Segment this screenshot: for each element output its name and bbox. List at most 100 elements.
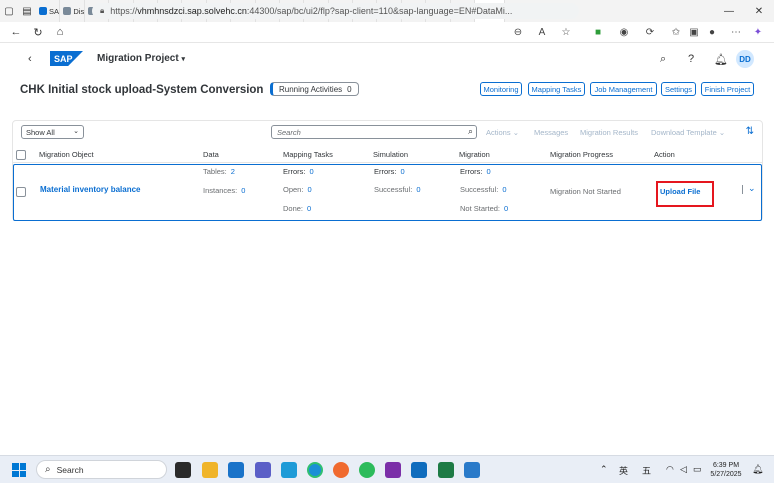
task-view-icon[interactable] <box>175 462 191 478</box>
browser-tab[interactable]: SA <box>36 0 61 22</box>
mapping-errors: Errors: 0 <box>283 167 314 176</box>
teams-icon[interactable] <box>255 462 271 478</box>
row-checkbox[interactable] <box>16 187 26 197</box>
migration-objects-table: Show All ⌄ Search ⌕ Actions ⌄ Messages M… <box>12 120 763 221</box>
settings-sync-icon[interactable]: ⟳ <box>642 24 658 40</box>
messages-button[interactable]: Messages <box>534 128 568 137</box>
taskbar-search-label: Search <box>56 464 84 475</box>
store-icon[interactable] <box>228 462 244 478</box>
refresh-icon[interactable]: ↻ <box>28 22 48 42</box>
read-aloud-icon[interactable]: A <box>534 24 550 40</box>
shell-title[interactable]: Migration Project ▾ <box>97 53 185 64</box>
sap-shell-bar: ‹ SAP Migration Project ▾ ⌕ ? 🔔︎ <box>0 44 774 72</box>
actions-menu[interactable]: Actions ⌄ <box>486 128 519 137</box>
battery-icon[interactable]: ▭ <box>693 464 702 475</box>
mapping-open-link[interactable]: 0 <box>307 185 311 194</box>
running-activities-button[interactable]: Running Activities 0 <box>270 82 359 96</box>
workspaces-icon[interactable]: ▤ <box>18 0 36 22</box>
mapping-done-link[interactable]: 0 <box>307 204 311 213</box>
tray-overflow-icon[interactable]: ⌃ <box>600 464 608 475</box>
settings-button[interactable]: Settings <box>661 82 696 96</box>
job-management-button[interactable]: Job Management <box>590 82 657 96</box>
search-icon[interactable]: ⌕ <box>468 126 473 137</box>
back-icon[interactable]: ← <box>6 22 26 42</box>
col-migration[interactable]: Migration <box>459 150 490 159</box>
clock[interactable]: 6:39 PM 5/27/2025 <box>706 461 746 479</box>
col-mapping-tasks[interactable]: Mapping Tasks <box>283 150 333 159</box>
chevron-down-icon[interactable]: ⌄ <box>748 183 756 194</box>
col-data[interactable]: Data <box>203 150 219 159</box>
help-icon[interactable]: ? <box>688 53 694 65</box>
extension-icon[interactable]: ■ <box>590 24 606 40</box>
url-field[interactable]: 🔒︎ https:// vhmhnsdzci.sap.solvehc.cn :4… <box>92 3 579 19</box>
edge-icon[interactable] <box>307 462 323 478</box>
notifications-icon[interactable]: 🔔︎ <box>714 53 728 66</box>
data-instances-link[interactable]: 0 <box>241 186 245 195</box>
favorites-icon[interactable]: ✩ <box>668 24 684 40</box>
col-simulation[interactable]: Simulation <box>373 150 408 159</box>
migration-errors-link[interactable]: 0 <box>487 167 491 176</box>
search-placeholder: Search <box>277 127 301 137</box>
migration-errors: Errors: 0 <box>460 167 491 176</box>
clock-time: 6:39 PM <box>712 462 740 469</box>
browser-profile-icon[interactable]: ▢ <box>0 0 18 22</box>
onenote-icon[interactable] <box>385 462 401 478</box>
browser-tab[interactable]: Dis <box>60 0 85 22</box>
copilot-icon[interactable]: ✦ <box>750 24 766 40</box>
taskbar-search[interactable]: ⌕ Search <box>36 460 167 479</box>
notification-bell-icon[interactable]: 🔔︎ <box>752 464 763 475</box>
table-row[interactable]: Material inventory balance Tables: 2 Inst… <box>13 164 762 221</box>
sap-logo[interactable]: SAP <box>50 51 83 66</box>
upload-file-button[interactable]: Upload File <box>656 181 714 207</box>
profile-icon[interactable]: ● <box>704 24 720 40</box>
favorite-star-icon[interactable]: ☆ <box>558 24 574 40</box>
extension2-icon[interactable]: ◉ <box>616 24 632 40</box>
select-all-checkbox[interactable] <box>16 150 26 160</box>
excel-icon[interactable] <box>438 462 454 478</box>
wechat-icon[interactable] <box>359 462 375 478</box>
outlook-icon[interactable] <box>411 462 427 478</box>
simulation-successful: Successful: 0 <box>374 185 421 194</box>
app-icon[interactable] <box>281 462 297 478</box>
windows-start-icon[interactable] <box>12 463 26 477</box>
col-migration-progress[interactable]: Migration Progress <box>550 150 613 159</box>
ime-mode[interactable]: 英 <box>619 464 628 477</box>
col-migration-object[interactable]: Migration Object <box>39 150 94 159</box>
sort-icon[interactable]: ⇅ <box>746 126 754 137</box>
simulation-errors-link[interactable]: 0 <box>401 167 405 176</box>
url-host: vhmhnsdzci.sap.solvehc.cn <box>137 6 247 16</box>
search-input[interactable]: Search ⌕ <box>271 125 477 139</box>
migration-successful-link[interactable]: 0 <box>502 185 506 194</box>
collections-icon[interactable]: ▣ <box>686 24 702 40</box>
search-icon[interactable]: ⌕ <box>660 53 666 66</box>
app-orange-icon[interactable] <box>333 462 349 478</box>
search-icon: ⌕ <box>45 464 51 475</box>
zoom-icon[interactable]: ⊖ <box>510 24 526 40</box>
show-all-select[interactable]: Show All ⌄ <box>21 125 84 139</box>
wifi-icon[interactable]: ◠ <box>666 464 674 475</box>
file-explorer-icon[interactable] <box>202 462 218 478</box>
more-menu-icon[interactable]: ⋯ <box>728 24 744 40</box>
url-path: :44300/sap/bc/ui2/flp?sap-client=110&sap… <box>246 6 513 16</box>
volume-icon[interactable]: ◁ <box>680 464 687 475</box>
avatar[interactable]: DD <box>736 50 754 68</box>
back-arrow-icon[interactable]: ‹ <box>28 53 32 65</box>
col-action[interactable]: Action <box>654 150 675 159</box>
migration-results-button[interactable]: Migration Results <box>580 128 638 137</box>
simulation-successful-link[interactable]: 0 <box>416 185 420 194</box>
minimize-icon[interactable]: — <box>714 0 744 22</box>
mapping-errors-link[interactable]: 0 <box>310 167 314 176</box>
notepad-icon[interactable] <box>464 462 480 478</box>
finish-project-button[interactable]: Finish Project <box>701 82 754 96</box>
data-tables-link[interactable]: 2 <box>231 167 235 176</box>
ime-layout[interactable]: 五 <box>642 464 651 477</box>
close-window-icon[interactable]: ✕ <box>744 0 774 22</box>
monitoring-button[interactable]: Monitoring <box>480 82 522 96</box>
download-template-menu[interactable]: Download Template ⌄ <box>651 128 725 137</box>
migration-not-started-link[interactable]: 0 <box>504 204 508 213</box>
chevron-down-icon: ⌄ <box>512 128 519 137</box>
migration-object-link[interactable]: Material inventory balance <box>40 185 140 194</box>
mapping-tasks-button[interactable]: Mapping Tasks <box>528 82 585 96</box>
migration-not-started: Not Started: 0 <box>460 204 509 213</box>
home-icon[interactable]: ⌂ <box>50 22 70 42</box>
